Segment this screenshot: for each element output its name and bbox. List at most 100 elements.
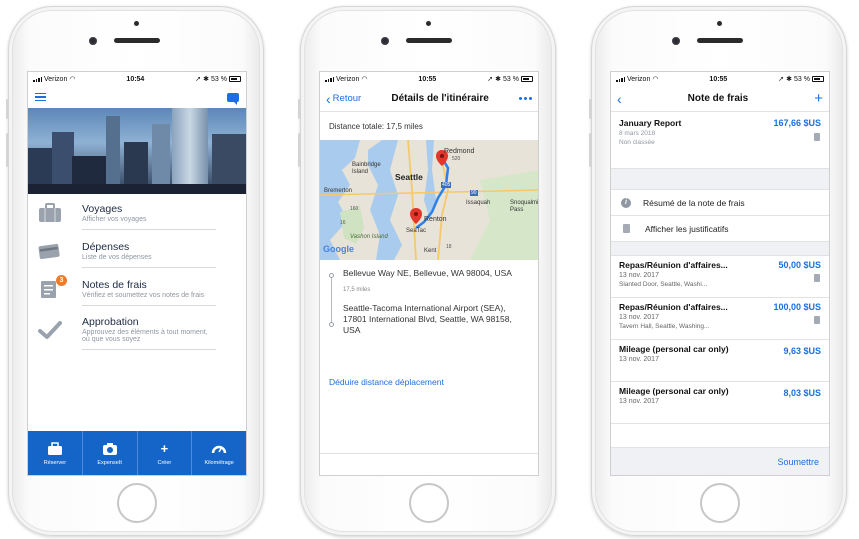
tab-reserver[interactable]: Réserver [28,431,82,475]
checkmark-icon [38,320,62,340]
carrier: Verizon [627,75,651,83]
menu-icon[interactable] [35,92,46,102]
action-label: Afficher les justificatifs [645,223,729,234]
menu-subtitle: Liste de vos dépenses [82,253,152,261]
expense-date: 13 nov. 2017 [619,398,659,405]
signal-icon [616,76,625,82]
bluetooth-icon: ✱ [495,76,502,83]
map-label: Issaquah [466,200,491,206]
road-shield: 18 [446,244,452,250]
menu-subtitle: Afficher vos voyages [82,215,147,223]
menu-title: Approbation [82,316,139,328]
add-icon[interactable]: + [814,91,823,106]
receipt-icon [814,133,820,141]
google-logo: Google [323,244,354,254]
wifi-icon: ◠ [361,76,368,83]
back-button[interactable]: ‹ [617,90,622,107]
phone-itinerary: Verizon ◠ 10:55 ➚ ✱ 53 % ‹ Retour Détails de… [298,6,556,536]
nav-bar: ‹ Note de frais + [611,86,829,112]
menu-item-approbation[interactable]: Approbation Approuvez des éléments à tout… [28,308,246,352]
tab-label: Kilométrage [204,459,234,466]
back-button[interactable]: ‹ Retour [326,90,361,107]
more-icon[interactable] [518,97,532,100]
report-summary[interactable]: January Report 8 mars 2018 Non classée 1… [611,112,829,168]
home-button[interactable] [700,483,740,523]
report-status: Non classée [619,139,655,146]
expense-date: 13 nov. 2017 [619,314,659,321]
route-details: Bellevue Way NE, Bellevue, WA 98004, USA… [320,260,538,336]
road-shield: 405 [441,182,452,188]
deduct-distance-link[interactable]: Déduire distance déplacement [329,377,444,387]
earpiece [114,38,160,43]
plus-icon: + [160,441,169,456]
menu-subtitle: Approuvez des éléments à tout moment, où… [82,329,208,343]
wifi-icon: ◠ [652,76,659,83]
tab-label: ExpenseIt [97,459,122,466]
expense-report-screen: Verizon ◠ 10:55 ➚ ✱ 53 % ‹ Note de frais + … [610,71,830,476]
info-icon: i [621,197,631,208]
map-label: Bremerton [324,188,353,194]
home-header [28,86,246,108]
road-shield: 520 [452,156,461,162]
map-label: Vashon Island [350,234,388,240]
earpiece [406,38,452,43]
map-label: Snoqualmie Pass [510,200,538,213]
chevron-left-icon: ‹ [617,90,622,107]
action-label: Résumé de la note de frais [643,197,745,208]
chat-icon[interactable] [227,92,239,105]
expense-date: 13 nov. 2017 [619,272,659,279]
signal-icon [325,76,334,82]
route-distance: 17,5 miles [343,287,371,293]
credit-card-icon [38,241,62,261]
home-button[interactable] [117,483,157,523]
road-shield: 160 [350,206,359,212]
road-shield: 90 [470,190,478,196]
report-date: 8 mars 2018 [619,130,656,137]
map-label: Kent [424,248,437,254]
map-label: Seattle [395,172,423,182]
tab-label: Créer [157,459,172,466]
tab-expenseit[interactable]: ExpenseIt [81,431,137,475]
chevron-left-icon: ‹ [326,90,331,107]
menu-item-notes-de-frais[interactable]: 3 Notes de frais Vérifiez et soumettez vo… [28,270,246,308]
tab-creer[interactable]: + Créer [136,431,192,475]
battery-icon [521,76,533,82]
menu-item-depenses[interactable]: Dépenses Liste de vos dépenses [28,232,246,270]
menu-item-voyages[interactable]: Voyages Afficher vos voyages [28,194,246,232]
road-shield: 16 [340,220,346,226]
status-bar: Verizon ◠ 10:54 ➚ ✱ 53 % [28,72,246,86]
battery-icon [229,76,241,82]
expense-amount: 50,00 $US [778,260,821,270]
mute-switch [298,99,301,119]
mute-switch [589,99,592,119]
submit-button[interactable]: Soumettre [777,457,819,467]
expense-row[interactable]: Repas/Réunion d'affaires... 13 nov. 2017… [611,256,829,298]
view-receipts-action[interactable]: Afficher les justificatifs [611,216,829,242]
front-sensor [426,21,431,26]
expense-row[interactable]: Mileage (personal car only) 13 nov. 2017… [611,340,829,382]
home-button[interactable] [409,483,449,523]
route-map[interactable]: Redmond Bainbridge Island Seattle Bremer… [320,140,538,260]
earpiece [697,38,743,43]
tab-kilometrage[interactable]: Kilométrage [191,431,246,475]
origin-address: Bellevue Way NE, Bellevue, WA 98004, USA [343,268,512,278]
bluetooth-icon: ✱ [203,76,210,83]
front-camera [672,37,680,45]
expense-amount: 100,00 $US [773,302,821,312]
battery-icon [812,76,824,82]
expense-row[interactable]: Mileage (personal car only) 13 nov. 2017… [611,382,829,424]
notification-badge: 3 [56,275,67,286]
document-icon [623,224,630,233]
gauge-icon [211,441,227,457]
report-summary-action[interactable]: i Résumé de la note de frais [611,190,829,216]
expense-location: Tavern Hall, Seattle, Washing... [619,323,710,330]
expense-row[interactable]: Repas/Réunion d'affaires... 13 nov. 2017… [611,298,829,340]
front-camera [381,37,389,45]
menu-title: Notes de frais [82,278,147,291]
route-connector [331,276,332,322]
page-title: Détails de l'itinéraire [391,93,489,104]
clock: 10:54 [126,75,145,83]
menu-title: Dépenses [82,240,130,253]
section-spacer [611,242,829,256]
phone-expense-report: Verizon ◠ 10:55 ➚ ✱ 53 % ‹ Note de frais + … [589,6,847,536]
